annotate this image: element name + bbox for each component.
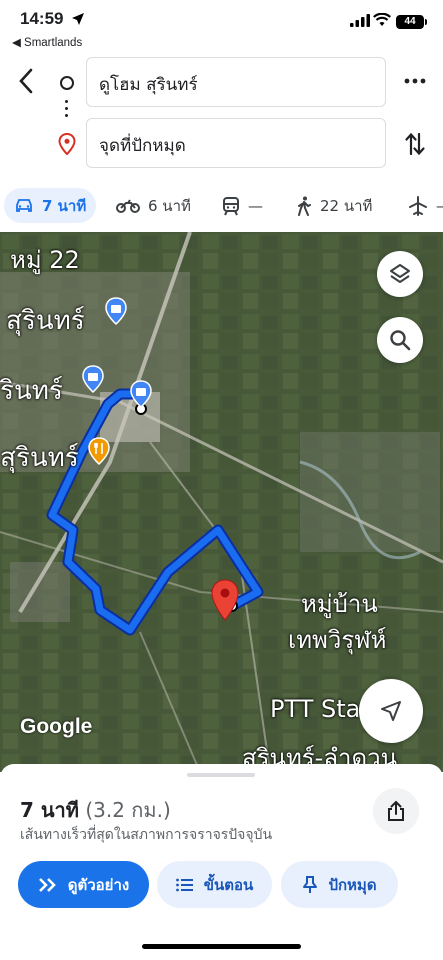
share-icon <box>388 800 404 821</box>
mode-flight-label: — <box>436 197 443 215</box>
destination-pin-icon <box>58 133 76 155</box>
route-duration: 7 นาที <box>20 798 79 822</box>
layers-button[interactable] <box>377 251 423 297</box>
mode-drive-tab[interactable]: 7 นาที <box>4 188 97 223</box>
mode-transit-tab[interactable]: — <box>222 188 263 223</box>
layers-icon <box>390 264 410 283</box>
battery-indicator: 44 <box>396 15 424 29</box>
search-icon <box>390 330 411 351</box>
motorbike-icon <box>116 198 140 213</box>
shopping-poi-icon-3[interactable] <box>129 380 153 408</box>
steps-button-label: ขั้นตอน <box>203 875 254 894</box>
route-duration-row: 7 นาที (3.2 กม.) <box>20 794 171 826</box>
recenter-button[interactable] <box>359 679 423 743</box>
travel-mode-bar: 7 นาที 6 นาที — 22 นาที — <box>0 188 443 228</box>
origin-input[interactable]: ดูโฮม สุรินทร์ <box>86 57 386 107</box>
mode-flight-tab[interactable]: — <box>408 188 443 223</box>
map-label-thep-wirun: เทพวิรุฬห์ <box>288 626 387 654</box>
restaurant-poi-icon[interactable] <box>87 437 111 465</box>
wifi-icon <box>373 13 391 26</box>
mode-drive-label: 7 นาที <box>42 196 87 215</box>
mode-walk-label: 22 นาที <box>320 196 373 215</box>
route-distance: (3.2 กม.) <box>85 798 171 822</box>
more-options-icon[interactable] <box>402 71 428 91</box>
car-icon <box>16 199 32 212</box>
location-arrow-icon <box>72 13 84 25</box>
mode-transit-label: — <box>248 196 263 215</box>
home-indicator[interactable] <box>142 944 301 949</box>
pushpin-icon <box>303 875 318 893</box>
map-label-surin-2: รินทร์ <box>0 376 63 406</box>
battery-tip <box>425 19 427 25</box>
navigation-arrow-icon <box>381 701 401 721</box>
shopping-poi-icon-2[interactable] <box>81 365 105 393</box>
status-bar: 14:59 ◀ Smartlands 44 <box>0 0 443 54</box>
mode-walk-tab[interactable]: 22 นาที <box>296 188 372 223</box>
status-time: 14:59 <box>20 9 64 28</box>
back-to-app-link[interactable]: ◀ Smartlands <box>12 35 82 49</box>
route-subtitle: เส้นทางเร็วที่สุดในสภาพการจราจรปัจจุบัน <box>20 827 273 843</box>
cellular-signal-icon <box>350 14 370 27</box>
back-arrow-icon[interactable] <box>14 66 40 96</box>
double-chevron-icon <box>38 877 56 892</box>
map-label-surin-3: สุรินทร์ <box>0 443 79 473</box>
destination-input[interactable]: จุดที่ปักหมุด <box>86 118 386 168</box>
origin-circle-icon <box>60 76 74 90</box>
mode-motorbike-tab[interactable]: 6 นาที <box>116 188 191 223</box>
flight-icon <box>409 195 427 216</box>
pin-button-label: ปักหมุด <box>328 875 377 894</box>
map-label-village-22: หมู่ 22 <box>10 246 80 274</box>
swap-directions-icon[interactable] <box>404 130 426 158</box>
map-label-surin-1: สุรินทร์ <box>6 306 85 336</box>
preview-button[interactable]: ดูตัวอย่าง <box>18 861 149 908</box>
map-label-village: หมู่บ้าน <box>301 590 378 618</box>
preview-button-label: ดูตัวอย่าง <box>67 875 130 894</box>
steps-button[interactable]: ขั้นตอน <box>157 861 272 908</box>
shopping-poi-icon[interactable] <box>104 297 128 325</box>
google-attribution: Google <box>20 715 93 738</box>
mode-motorbike-label: 6 นาที <box>148 196 191 215</box>
map-view[interactable]: หมู่ 22 สุรินทร์ รินทร์ สุรินทร์ หมู่บ้า… <box>0 232 443 772</box>
pin-button[interactable]: ปักหมุด <box>281 861 398 908</box>
walk-icon <box>298 196 311 216</box>
sheet-drag-handle[interactable] <box>187 773 255 777</box>
route-summary-sheet[interactable]: 7 นาที (3.2 กม.) เส้นทางเร็วที่สุดในสภาพ… <box>0 764 443 960</box>
share-button[interactable] <box>373 788 419 834</box>
list-icon <box>175 878 193 891</box>
transit-icon <box>223 196 239 215</box>
dropped-pin-icon[interactable] <box>210 579 240 621</box>
search-map-button[interactable] <box>377 317 423 363</box>
route-dots-icon <box>65 100 69 121</box>
